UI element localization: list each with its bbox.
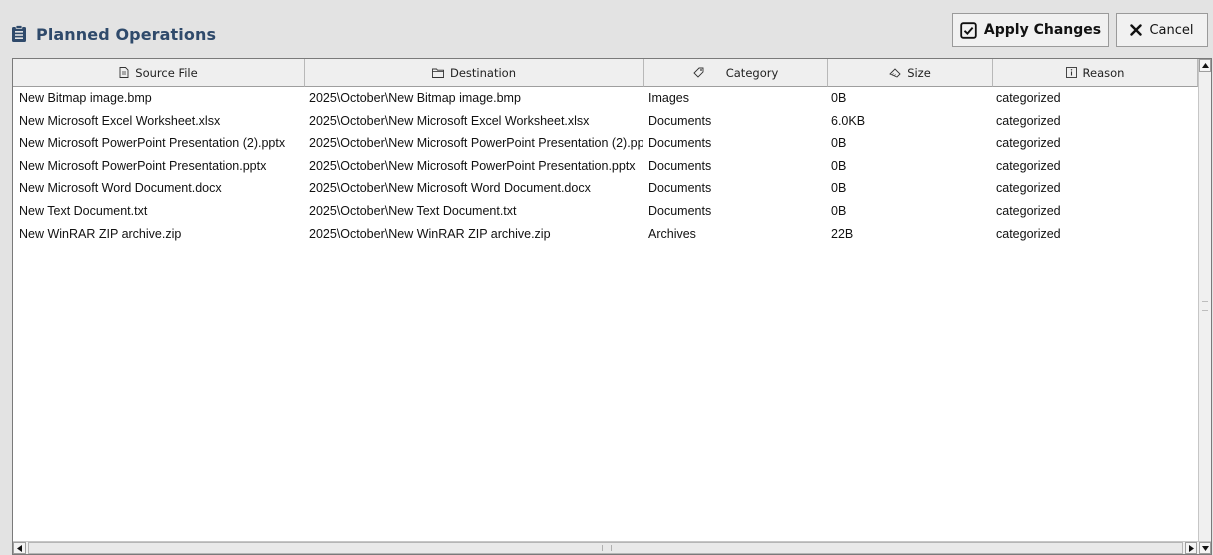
horizontal-scrollbar[interactable] [13, 541, 1211, 554]
cell-reason: categorized [996, 113, 1061, 128]
cell-destination: 2025\October\New Text Document.txt [309, 204, 517, 218]
column-header-destination[interactable]: Destination [305, 59, 644, 87]
folder-icon [432, 68, 444, 78]
table-row[interactable]: New Bitmap image.bmp 2025\October\New Bi… [13, 87, 1198, 110]
column-label-size: Size [907, 65, 931, 80]
column-label-category: Category [725, 65, 779, 80]
cell-size: 22B [831, 226, 854, 241]
cell-category: Documents [648, 158, 712, 173]
arrow-right-icon [1188, 544, 1194, 552]
arrow-left-icon [17, 544, 22, 552]
cell-destination: 2025\October\New Bitmap image.bmp [309, 91, 521, 105]
cell-destination: 2025\October\New Microsoft PowerPoint Pr… [309, 136, 643, 151]
clipboard-list-icon [12, 25, 26, 42]
table-row[interactable]: New Microsoft PowerPoint Presentation.pp… [13, 155, 1198, 178]
cell-destination: 2025\October\New WinRAR ZIP archive.zip [309, 226, 551, 241]
cell-size: 0B [831, 181, 847, 196]
cancel-button[interactable]: Cancel [1116, 13, 1208, 47]
cell-category: Documents [648, 113, 712, 128]
column-label-reason: Reason [1082, 65, 1125, 80]
table-row[interactable]: New WinRAR ZIP archive.zip 2025\October\… [13, 223, 1198, 246]
scrollbar-grip [1202, 301, 1208, 311]
cell-category: Documents [648, 181, 712, 196]
scroll-right-button[interactable] [1185, 542, 1197, 554]
page-title-group: Planned Operations [11, 23, 216, 45]
apply-changes-label: Apply Changes [983, 22, 1102, 38]
apply-changes-button[interactable]: Apply Changes [952, 13, 1109, 47]
scrollbar-grip [602, 545, 612, 551]
column-label-source-file: Source File [135, 65, 198, 80]
cell-source-file: New Microsoft PowerPoint Presentation.pp… [19, 158, 267, 173]
column-header-reason[interactable]: Reason [993, 59, 1198, 87]
cell-destination: 2025\October\New Microsoft Excel Workshe… [309, 113, 590, 128]
page-title: Planned Operations [36, 24, 217, 44]
cell-reason: categorized [996, 226, 1061, 241]
cell-reason: categorized [996, 204, 1061, 218]
document-icon [119, 67, 129, 78]
cell-source-file: New Microsoft Excel Worksheet.xlsx [19, 113, 221, 128]
cell-reason: categorized [996, 158, 1061, 173]
cell-size: 0B [831, 204, 847, 218]
column-header-size[interactable]: Size [828, 59, 993, 87]
cell-size: 0B [831, 158, 847, 173]
toolbar: Planned Operations Apply Changes Cancel [0, 0, 1213, 58]
cell-reason: categorized [996, 91, 1061, 105]
column-label-destination: Destination [450, 65, 516, 80]
table-row[interactable]: New Microsoft Excel Worksheet.xlsx 2025\… [13, 110, 1198, 133]
table-row[interactable]: New Microsoft Word Document.docx 2025\Oc… [13, 177, 1198, 200]
operations-table: Source File Destination Category Size Re… [12, 58, 1212, 555]
cancel-label: Cancel [1149, 22, 1194, 38]
cell-destination: 2025\October\New Microsoft PowerPoint Pr… [309, 158, 636, 173]
cell-category: Documents [648, 204, 712, 218]
cell-reason: categorized [996, 181, 1061, 196]
scroll-up-button[interactable] [1199, 59, 1211, 72]
ruler-icon [889, 67, 901, 78]
cell-source-file: New Microsoft PowerPoint Presentation (2… [19, 136, 286, 151]
scroll-left-button[interactable] [13, 542, 26, 554]
tag-icon [693, 67, 704, 78]
cell-category: Documents [648, 136, 712, 151]
cell-size: 6.0KB [831, 113, 866, 128]
checkbox-check-icon [960, 21, 977, 39]
cell-category: Archives [648, 226, 696, 241]
cell-source-file: New Bitmap image.bmp [19, 91, 152, 105]
cell-size: 0B [831, 136, 847, 151]
column-header-source-file[interactable]: Source File [13, 59, 305, 87]
cell-source-file: New Microsoft Word Document.docx [19, 181, 222, 196]
scroll-down-button[interactable] [1199, 542, 1211, 554]
table-row[interactable]: New Text Document.txt 2025\October\New T… [13, 200, 1198, 223]
vertical-scrollbar[interactable] [1198, 59, 1211, 541]
arrow-up-icon [1201, 63, 1209, 68]
arrow-down-icon [1201, 545, 1209, 551]
cell-size: 0B [831, 91, 847, 105]
cell-category: Images [648, 91, 689, 105]
close-icon [1130, 24, 1143, 36]
cell-reason: categorized [996, 136, 1061, 151]
cell-destination: 2025\October\New Microsoft Word Document… [309, 181, 591, 196]
column-header-category[interactable]: Category [644, 59, 828, 87]
horizontal-scroll-thumb[interactable] [28, 542, 1183, 554]
cell-source-file: New Text Document.txt [19, 204, 148, 218]
cell-source-file: New WinRAR ZIP archive.zip [19, 226, 182, 241]
info-icon [1065, 67, 1077, 78]
table-row[interactable]: New Microsoft PowerPoint Presentation (2… [13, 132, 1198, 155]
